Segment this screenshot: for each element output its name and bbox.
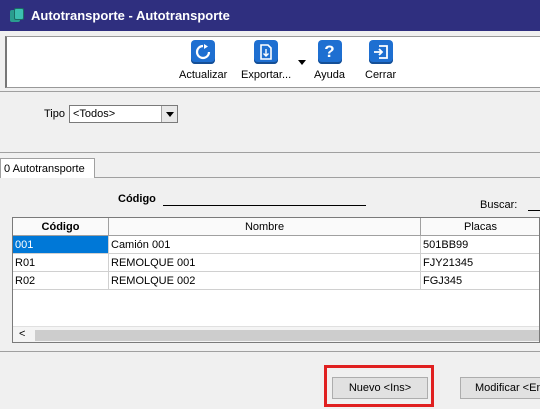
codigo-field[interactable]	[163, 205, 366, 206]
divider	[0, 351, 540, 352]
horizontal-scrollbar[interactable]	[13, 326, 539, 342]
exportar-dropdown-arrow-icon[interactable]	[298, 60, 306, 65]
exportar-label: Exportar...	[241, 69, 292, 81]
table-row-codigo[interactable]: R01	[13, 254, 109, 272]
buscar-input[interactable]	[528, 210, 540, 211]
cerrar-button[interactable]: Cerrar	[365, 40, 396, 81]
buscar-label: Buscar:	[480, 199, 518, 211]
table-row-placas[interactable]: FGJ345	[421, 272, 539, 290]
actualizar-label: Actualizar	[179, 69, 228, 81]
refresh-icon	[191, 40, 216, 64]
actualizar-button[interactable]: Actualizar	[179, 40, 227, 81]
divider	[0, 152, 540, 153]
table-row-placas[interactable]: 501BB99	[421, 236, 539, 254]
table-row-nombre[interactable]: Camión 001	[109, 236, 421, 254]
export-icon	[254, 40, 279, 64]
table-row-placas[interactable]: FJY21345	[421, 254, 539, 272]
column-header-nombre[interactable]: Nombre	[109, 218, 421, 236]
table-row-nombre[interactable]: REMOLQUE 002	[109, 272, 421, 290]
toolbar: Actualizar Exportar... ? Ayuda Cerrar	[5, 36, 540, 88]
table-row-nombre[interactable]: REMOLQUE 001	[109, 254, 421, 272]
exportar-button[interactable]: Exportar...	[241, 40, 291, 81]
ayuda-button[interactable]: ? Ayuda	[314, 40, 345, 81]
title-bar: Autotransporte - Autotransporte	[0, 0, 540, 31]
chevron-down-icon[interactable]	[161, 106, 177, 122]
exit-icon	[368, 40, 393, 64]
window-title: Autotransporte - Autotransporte	[31, 8, 230, 23]
help-icon: ?	[317, 40, 342, 64]
tipo-select-value: <Todos>	[73, 108, 116, 120]
divider	[0, 91, 540, 92]
modificar-button[interactable]: Modificar <Ent	[460, 377, 540, 399]
codigo-label: Código	[118, 193, 156, 205]
ayuda-label: Ayuda	[314, 69, 345, 81]
table-row-codigo[interactable]: 001	[13, 236, 109, 254]
tab-autotransporte[interactable]: 0 Autotransporte	[0, 158, 95, 178]
table-row-codigo[interactable]: R02	[13, 272, 109, 290]
tab-strip-line	[95, 177, 540, 178]
highlight-box	[324, 365, 434, 407]
tipo-label: Tipo	[44, 108, 65, 120]
cerrar-label: Cerrar	[365, 69, 397, 81]
app-icon	[10, 7, 24, 24]
data-grid[interactable]: Código Nombre Placas 001 Camión 001 501B…	[12, 217, 540, 343]
scroll-left-icon[interactable]: <	[19, 328, 25, 340]
tipo-select[interactable]: <Todos>	[69, 105, 178, 123]
column-header-codigo[interactable]: Código	[13, 218, 109, 236]
column-header-placas[interactable]: Placas	[421, 218, 539, 236]
scrollbar-thumb[interactable]	[35, 330, 539, 341]
